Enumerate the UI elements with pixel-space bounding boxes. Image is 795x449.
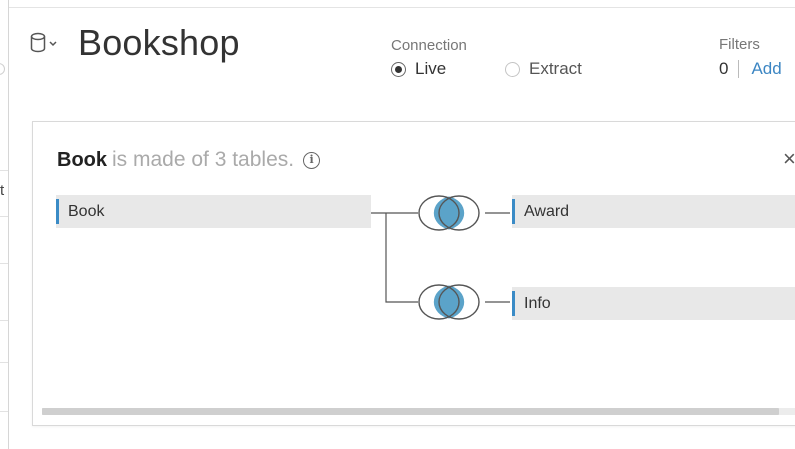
filters-count: 0 <box>719 59 729 78</box>
horizontal-scrollbar-thumb[interactable] <box>42 408 779 415</box>
table-award[interactable]: Award <box>512 195 795 228</box>
filters-label: Filters <box>719 36 760 53</box>
inner-join-icon[interactable] <box>414 191 484 235</box>
connection-live-radio[interactable]: Live <box>391 59 446 79</box>
panel-title: Book is made of 3 tables. i <box>57 148 321 172</box>
table-info-label: Info <box>524 295 551 312</box>
table-book-label: Book <box>68 203 105 220</box>
logical-table-name: Book <box>57 148 107 171</box>
table-accent-bar <box>512 291 515 316</box>
filters-divider <box>738 60 740 78</box>
table-accent-bar <box>512 199 515 224</box>
collapse-circle-icon[interactable] <box>0 63 5 75</box>
dropdown-caret-icon <box>49 41 57 47</box>
datasource-title[interactable]: Bookshop <box>78 22 240 64</box>
add-filter-link[interactable]: Add <box>751 59 781 79</box>
table-info[interactable]: Info <box>512 287 795 320</box>
radio-checked-icon[interactable] <box>391 61 406 77</box>
radio-unchecked-icon[interactable] <box>505 61 520 77</box>
connection-live-label: Live <box>415 59 447 78</box>
table-book[interactable]: Book <box>56 195 371 228</box>
connection-extract-radio[interactable]: Extract <box>505 59 582 79</box>
close-icon[interactable]: × <box>783 146 795 172</box>
data-source-page: t Bookshop Connection Live Extract Filte… <box>0 0 795 449</box>
panel-description: is made of 3 tables. <box>112 148 295 171</box>
database-icon[interactable] <box>30 32 60 54</box>
connection-extract-label: Extract <box>529 59 582 78</box>
filters-row: 0 Add <box>719 59 782 79</box>
table-award-label: Award <box>524 203 570 220</box>
table-accent-bar <box>56 199 59 224</box>
info-icon[interactable]: i <box>303 151 321 169</box>
connection-label: Connection <box>391 37 467 54</box>
truncated-glyph: t <box>0 182 5 199</box>
top-divider <box>9 7 795 8</box>
inner-join-icon[interactable] <box>414 280 484 324</box>
left-panel-edge: t <box>0 0 9 449</box>
join-canvas-panel: Book is made of 3 tables. i × Book Award… <box>32 121 795 426</box>
